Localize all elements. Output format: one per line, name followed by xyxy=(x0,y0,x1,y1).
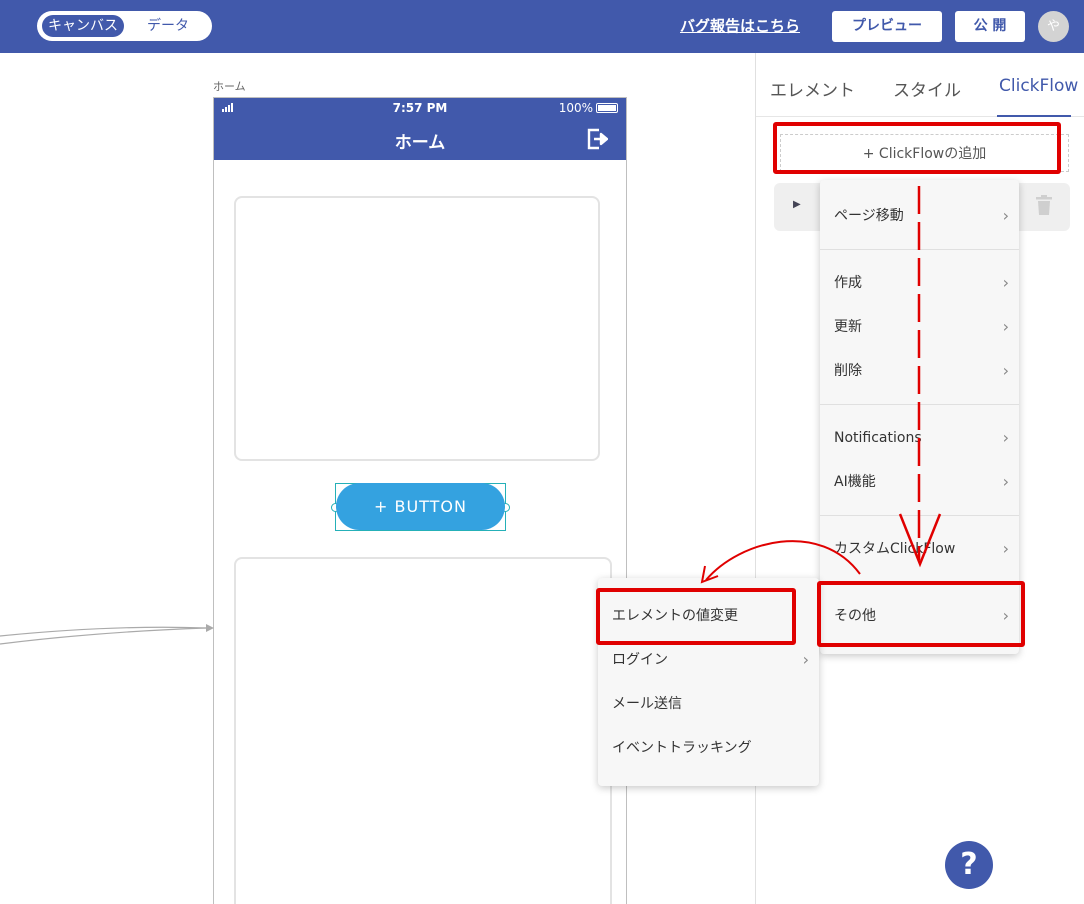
mode-data-tab[interactable]: データ xyxy=(133,15,203,37)
status-battery: 100% xyxy=(559,101,618,115)
menu-item-ai[interactable]: AI機能 › xyxy=(820,464,1019,500)
submenu-item-event-tracking[interactable]: イベントトラッキング xyxy=(598,730,819,766)
panel-tabs: エレメント スタイル ClickFlow xyxy=(756,53,1084,117)
tab-clickflow[interactable]: ClickFlow xyxy=(999,76,1078,96)
phone-page-title: ホーム xyxy=(394,133,446,153)
annotation-box-change-value xyxy=(596,588,796,645)
expand-caret-icon[interactable]: ▶ xyxy=(793,199,801,210)
menu-item-notifications[interactable]: Notifications › xyxy=(820,420,1019,456)
chevron-right-icon: › xyxy=(1002,206,1009,225)
phone-frame[interactable]: 7:57 PM 100% ホーム + BUTTON xyxy=(213,97,627,904)
chevron-right-icon: › xyxy=(1002,361,1009,380)
chevron-right-icon: › xyxy=(1002,472,1009,491)
annotation-box-other xyxy=(817,581,1025,647)
menu-item-label: ページ移動 xyxy=(834,208,904,224)
menu-divider xyxy=(820,404,1019,405)
bug-report-link[interactable]: バグ報告はこちら xyxy=(680,15,800,36)
chevron-right-icon: › xyxy=(1002,539,1009,558)
canvas-button[interactable]: + BUTTON xyxy=(336,483,505,530)
menu-item-update[interactable]: 更新 › xyxy=(820,309,1019,345)
mode-toggle[interactable]: キャンバス データ xyxy=(37,11,212,41)
chevron-right-icon: › xyxy=(1002,317,1009,336)
chevron-right-icon: › xyxy=(1002,428,1009,447)
phone-header[interactable]: 7:57 PM 100% ホーム xyxy=(214,98,626,160)
trash-icon[interactable] xyxy=(1036,195,1052,215)
chevron-right-icon: › xyxy=(802,650,809,669)
menu-item-label: 更新 xyxy=(834,319,862,335)
menu-item-label: 削除 xyxy=(834,363,862,379)
publish-button[interactable]: 公 開 xyxy=(955,11,1025,42)
battery-icon xyxy=(596,103,618,113)
menu-item-page-nav[interactable]: ページ移動 › xyxy=(820,198,1019,234)
preview-button[interactable]: プレビュー xyxy=(832,11,942,42)
card-container-top[interactable] xyxy=(234,196,600,461)
menu-item-label: 作成 xyxy=(834,275,862,291)
battery-percent: 100% xyxy=(558,101,593,115)
submenu-item-login[interactable]: ログイン › xyxy=(598,642,819,678)
menu-item-label: Notifications xyxy=(834,430,922,446)
menu-item-create[interactable]: 作成 › xyxy=(820,265,1019,301)
page-label: ホーム xyxy=(213,80,246,93)
mode-canvas-tab[interactable]: キャンバス xyxy=(42,15,124,37)
tab-style[interactable]: スタイル xyxy=(893,76,961,101)
submenu-item-send-mail[interactable]: メール送信 xyxy=(598,686,819,722)
tab-element[interactable]: エレメント xyxy=(770,76,855,101)
avatar[interactable]: や xyxy=(1038,11,1069,42)
menu-divider xyxy=(820,515,1019,516)
menu-divider xyxy=(820,249,1019,250)
submenu-item-label: ログイン xyxy=(612,652,668,668)
chevron-right-icon: › xyxy=(1002,273,1009,292)
logout-icon[interactable] xyxy=(586,128,608,150)
menu-item-custom[interactable]: カスタムClickFlow › xyxy=(820,531,1019,567)
top-bar: キャンバス データ バグ報告はこちら プレビュー 公 開 や xyxy=(0,0,1084,53)
menu-item-label: AI機能 xyxy=(834,474,876,490)
card-container-bottom[interactable] xyxy=(234,557,612,904)
active-tab-indicator xyxy=(997,115,1071,117)
help-button[interactable]: ? xyxy=(945,841,993,889)
menu-item-label: カスタムClickFlow xyxy=(834,541,956,557)
annotation-box-add-flow xyxy=(773,122,1061,174)
menu-item-delete[interactable]: 削除 › xyxy=(820,353,1019,389)
